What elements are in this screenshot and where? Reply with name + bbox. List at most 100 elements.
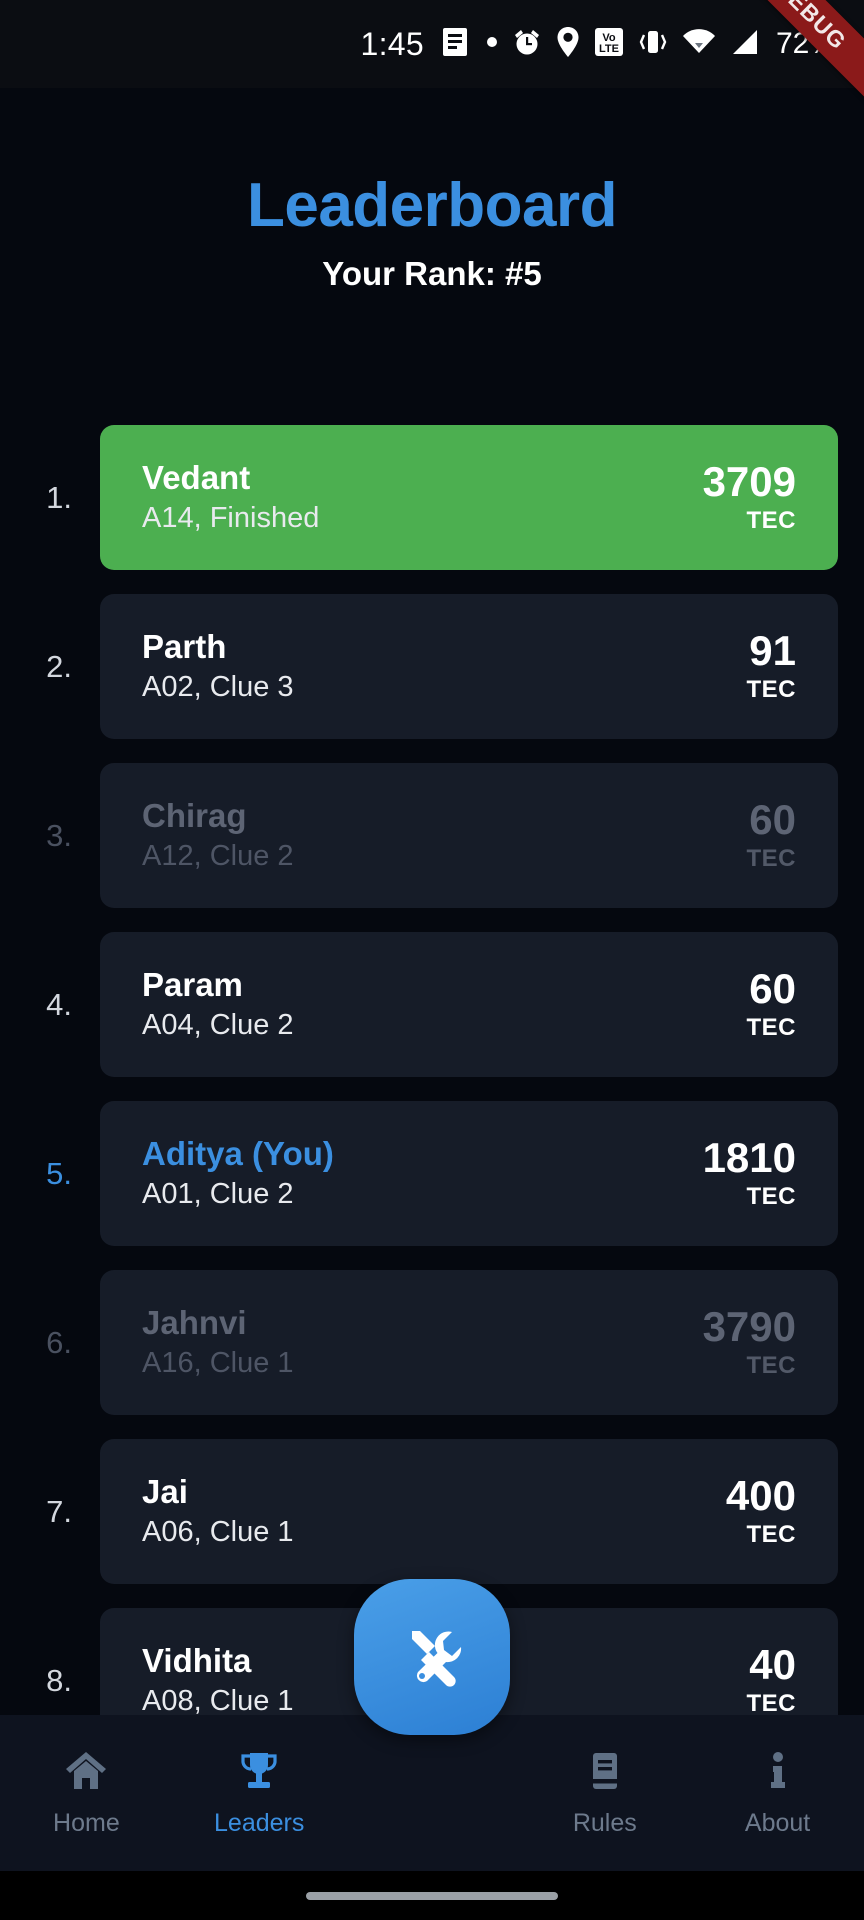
row-rank: 2. <box>46 648 72 684</box>
row-score-group: 40 TEC <box>747 1643 797 1715</box>
row-rank: 8. <box>46 1662 72 1698</box>
leaderboard-row[interactable]: 2. Parth A02, Clue 3 91 TEC <box>0 594 864 739</box>
row-player-name: Vedant <box>142 458 251 496</box>
row-score-unit: TEC <box>746 844 796 872</box>
wifi-icon <box>682 28 716 61</box>
row-player-meta: A08, Clue 1 <box>142 1685 294 1715</box>
row-player-name: Chirag <box>142 796 247 834</box>
dot-icon <box>486 35 498 53</box>
svg-text:LTE: LTE <box>599 43 619 55</box>
row-rank: 5. <box>46 1155 72 1191</box>
row-player-info: Chirag A12, Clue 2 <box>142 796 294 873</box>
row-player-meta: A04, Clue 2 <box>142 1009 294 1042</box>
row-player-name: Param <box>142 965 243 1003</box>
row-score-unit: TEC <box>746 1182 796 1210</box>
row-player-name: Jahnvi <box>142 1303 247 1341</box>
system-gesture-area <box>0 1871 864 1920</box>
signal-icon <box>730 28 760 61</box>
leaderboard-row[interactable]: 6. Jahnvi A16, Clue 1 3790 TEC <box>0 1270 864 1415</box>
row-card[interactable]: Aditya (You) A01, Clue 2 1810 TEC <box>100 1101 838 1246</box>
info-icon <box>755 1749 801 1798</box>
row-player-meta: A14, Finished <box>142 502 320 535</box>
row-score: 91 <box>749 627 796 675</box>
row-score-group: 60 TEC <box>747 798 797 872</box>
row-card[interactable]: Vedant A14, Finished 3709 TEC <box>100 425 838 570</box>
row-player-info: Vidhita A08, Clue 1 <box>142 1642 294 1715</box>
leaderboard-row[interactable]: 3. Chirag A12, Clue 2 60 TEC <box>0 763 864 908</box>
app-screen: 1:45 Vo LTE 72% DEBUG Leaderboard Your R… <box>0 0 864 1920</box>
row-player-meta: A12, Clue 2 <box>142 840 294 873</box>
row-score-unit: TEC <box>746 1520 796 1548</box>
row-score: 60 <box>749 796 796 844</box>
row-score-group: 91 TEC <box>747 629 797 703</box>
row-card[interactable]: Param A04, Clue 2 60 TEC <box>100 932 838 1077</box>
row-card[interactable]: Jai A06, Clue 1 400 TEC <box>100 1439 838 1584</box>
tools-icon <box>391 1614 473 1701</box>
row-player-info: Jahnvi A16, Clue 1 <box>142 1303 294 1380</box>
row-card[interactable]: Chirag A12, Clue 2 60 TEC <box>100 763 838 908</box>
vibrate-icon <box>638 26 668 63</box>
row-score-unit: TEC <box>746 1351 796 1379</box>
nav-label-about: About <box>744 1808 811 1837</box>
row-player-info: Jai A06, Clue 1 <box>142 1472 294 1549</box>
page-header: Leaderboard Your Rank: #5 <box>0 88 864 293</box>
nav-item-about[interactable]: About <box>691 1749 864 1838</box>
row-score-group: 3790 TEC <box>703 1305 796 1379</box>
nav-label-leaders: Leaders <box>214 1808 305 1837</box>
row-score-unit: TEC <box>746 506 796 534</box>
row-rank: 6. <box>46 1324 72 1360</box>
row-player-meta: A06, Clue 1 <box>142 1516 294 1549</box>
row-score-unit: TEC <box>746 675 796 703</box>
row-player-name: Jai <box>142 1472 188 1510</box>
row-score: 1810 <box>702 1134 796 1182</box>
nav-item-leaders[interactable]: Leaders <box>173 1749 346 1838</box>
row-card[interactable]: Parth A02, Clue 3 91 TEC <box>100 594 838 739</box>
row-score: 60 <box>749 965 796 1013</box>
status-bar-time-group: 1:45 <box>360 26 511 63</box>
leaderboard-row[interactable]: 7. Jai A06, Clue 1 400 TEC <box>0 1439 864 1584</box>
location-icon <box>556 26 580 63</box>
row-player-meta: A02, Clue 3 <box>142 671 294 704</box>
page-title: Leaderboard <box>246 171 618 240</box>
row-player-name: Aditya (You) <box>142 1134 334 1172</box>
notes-icon <box>442 27 468 62</box>
status-bar: 1:45 Vo LTE 72% DEBUG <box>0 0 864 111</box>
gesture-home-bar[interactable] <box>306 1891 558 1900</box>
row-player-info: Parth A02, Clue 3 <box>142 627 294 704</box>
book-icon <box>582 1749 628 1798</box>
tools-fab-button[interactable] <box>354 1579 510 1735</box>
leaderboard-row[interactable]: 1. Vedant A14, Finished 3709 TEC <box>0 425 864 570</box>
row-score: 400 <box>725 1472 796 1520</box>
row-score: 3790 <box>702 1303 796 1351</box>
row-player-info: Aditya (You) A01, Clue 2 <box>142 1134 334 1211</box>
volte-icon: Vo LTE <box>594 26 624 63</box>
row-rank: 1. <box>46 479 72 515</box>
status-bar-clock: 1:45 <box>360 25 424 62</box>
row-player-meta: A01, Clue 2 <box>142 1178 294 1211</box>
row-score-unit: TEC <box>746 1689 796 1715</box>
leaderboard-row[interactable]: 5. Aditya (You) A01, Clue 2 1810 TEC <box>0 1101 864 1246</box>
row-score: 3709 <box>702 458 796 506</box>
row-player-meta: A16, Clue 1 <box>142 1347 294 1380</box>
row-player-info: Vedant A14, Finished <box>142 458 320 535</box>
row-score-group: 3709 TEC <box>703 460 796 534</box>
nav-label-rules: Rules <box>572 1808 637 1837</box>
leaderboard-list[interactable]: 1. Vedant A14, Finished 3709 TEC 2. Parth A02, … <box>0 425 864 1715</box>
row-player-name: Parth <box>142 627 227 665</box>
row-card[interactable]: Jahnvi A16, Clue 1 3790 TEC <box>100 1270 838 1415</box>
row-score-group: 1810 TEC <box>703 1136 796 1210</box>
row-score-unit: TEC <box>746 1013 796 1041</box>
leaderboard-row[interactable]: 4. Param A04, Clue 2 60 TEC <box>0 932 864 1077</box>
your-rank-label: Your Rank: #5 <box>322 255 542 293</box>
row-player-info: Param A04, Clue 2 <box>142 965 294 1042</box>
row-rank: 4. <box>46 986 72 1022</box>
alarm-icon <box>512 27 542 62</box>
home-icon <box>63 1749 109 1798</box>
row-score: 40 <box>749 1641 796 1689</box>
row-score-group: 60 TEC <box>747 967 797 1041</box>
row-rank: 3. <box>46 817 72 853</box>
nav-item-home[interactable]: Home <box>0 1749 173 1838</box>
trophy-icon <box>236 1749 282 1798</box>
nav-label-home: Home <box>53 1808 120 1837</box>
nav-item-rules[interactable]: Rules <box>518 1749 691 1838</box>
